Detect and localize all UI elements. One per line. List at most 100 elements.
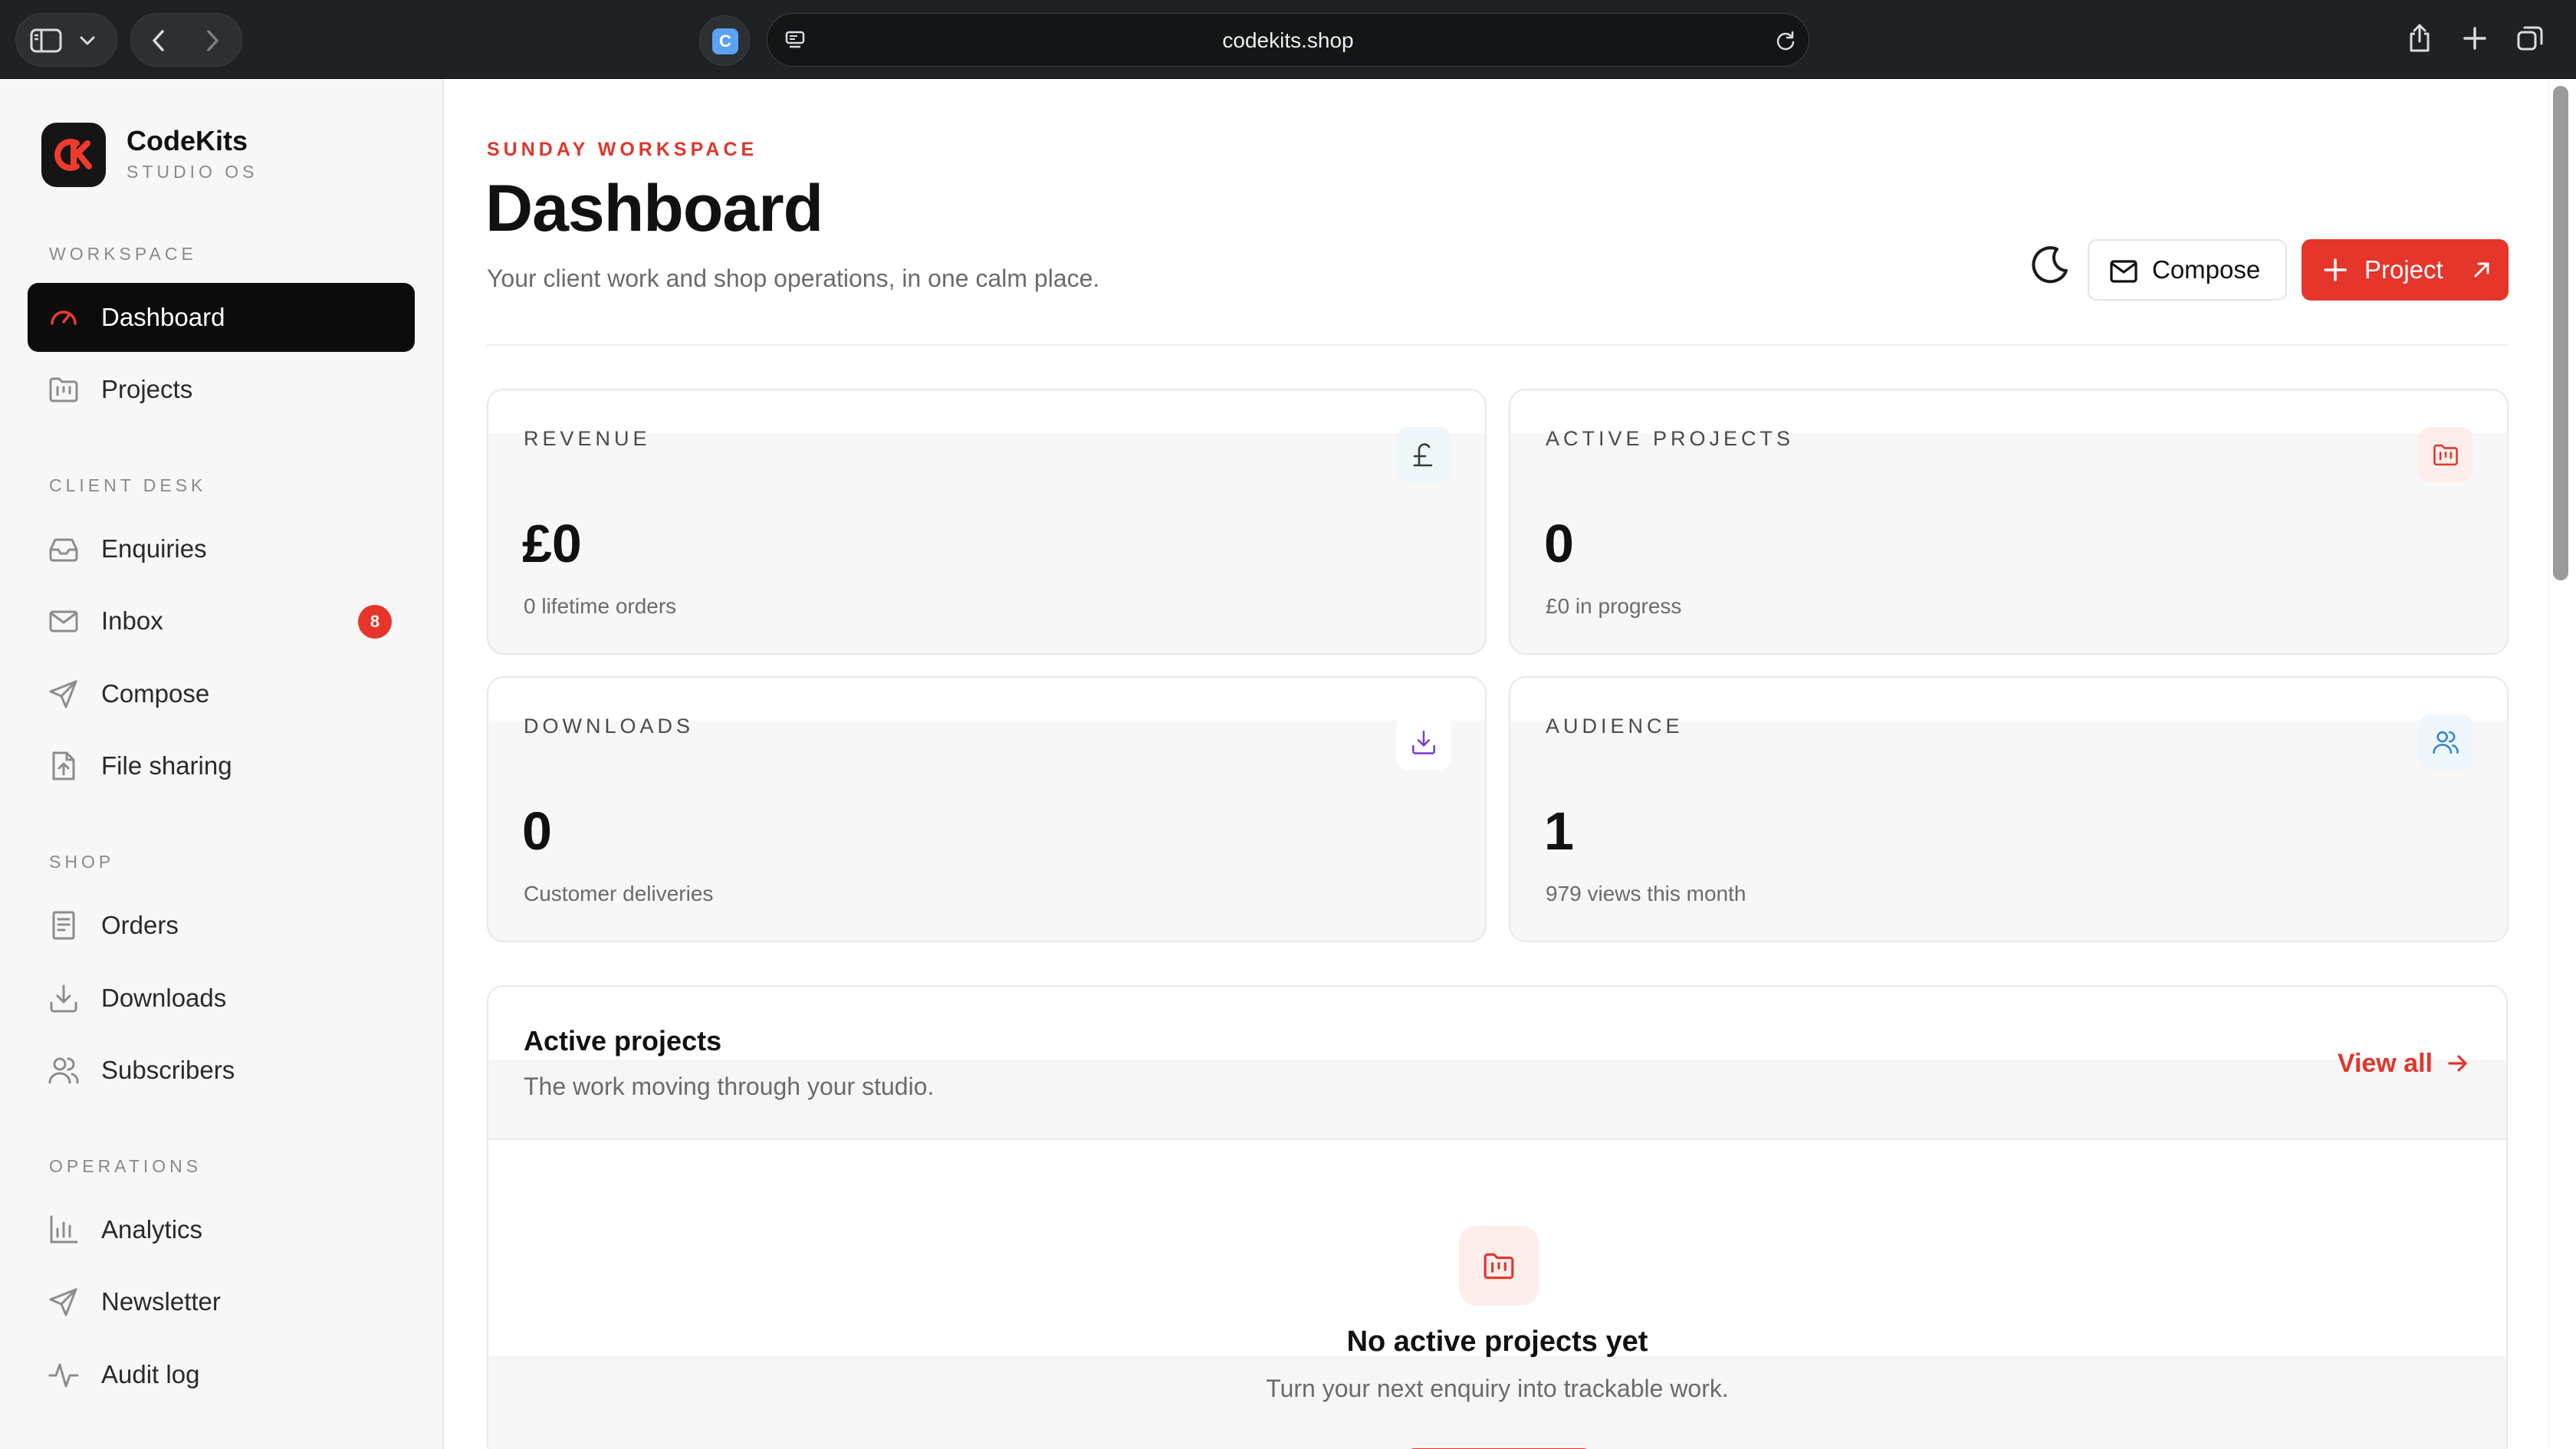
stat-icon-container	[2418, 427, 2473, 482]
address-bar[interactable]: codekits.shop	[767, 13, 1809, 67]
page-title: Dashboard	[485, 172, 823, 245]
inbox-tray-icon	[49, 538, 78, 562]
folder-kanban-icon	[49, 377, 78, 402]
arrow-right-icon	[2448, 1055, 2467, 1072]
stat-subtext: £0 in progress	[1546, 594, 1682, 618]
folder-kanban-icon	[1484, 1253, 1514, 1280]
stat-icon-container	[1396, 715, 1451, 770]
stat-icon-container	[1396, 427, 1451, 482]
sidebar-item-label: Analytics	[101, 1215, 203, 1244]
chevron-down-icon	[80, 36, 95, 45]
sidebar-item-dashboard[interactable]: Dashboard	[28, 283, 415, 352]
section-label-shop: SHOP	[49, 852, 115, 872]
tab-overview-icon[interactable]	[2516, 25, 2544, 52]
plus-icon	[2324, 258, 2347, 281]
view-all-link[interactable]: View all	[2338, 1046, 2469, 1080]
share-icon[interactable]	[2407, 23, 2432, 54]
stat-card-revenue[interactable]: REVENUE £0 0 lifetime orders	[487, 389, 1487, 655]
receipt-icon	[52, 911, 75, 940]
stat-value: 0	[1544, 514, 1574, 573]
sidebar-item-audit-log[interactable]: Audit log	[28, 1340, 415, 1409]
stat-label: REVENUE	[524, 427, 651, 450]
site-favicon-icon: C	[712, 28, 738, 54]
history-nav	[130, 13, 242, 67]
sidebar-item-enquiries[interactable]: Enquiries	[28, 514, 415, 583]
stat-value: 0	[522, 801, 552, 861]
download-icon	[50, 984, 77, 1013]
new-tab-icon[interactable]	[2463, 26, 2487, 51]
stat-value: 1	[1544, 801, 1574, 861]
section-label-workspace: WORKSPACE	[49, 244, 197, 264]
users-icon	[48, 1057, 79, 1084]
forward-icon[interactable]	[205, 29, 220, 52]
sidebar: CodeKits STUDIO OS WORKSPACE Dashboard P…	[0, 79, 444, 1449]
empty-state-subtitle: Turn your next enquiry into trackable wo…	[1266, 1375, 1729, 1402]
stat-card-audience[interactable]: AUDIENCE 1 979 views this month	[1509, 676, 2509, 942]
mail-icon	[2110, 260, 2137, 283]
sidebar-item-inbox[interactable]: Inbox 8	[28, 586, 415, 656]
sidebar-item-label: File sharing	[101, 751, 232, 780]
main-content: SUNDAY WORKSPACE Dashboard Your client w…	[445, 79, 2548, 1449]
sidebar-item-label: Newsletter	[101, 1287, 221, 1316]
sidebar-item-label: Orders	[101, 911, 179, 939]
page-subtitle: Your client work and shop operations, in…	[487, 264, 1100, 292]
browser-toolbar: C codekits.shop	[0, 0, 2576, 79]
stat-subtext: 0 lifetime orders	[524, 594, 677, 618]
section-label-operations: OPERATIONS	[49, 1156, 202, 1176]
brand-name: CodeKits	[127, 125, 248, 156]
sidebar-item-orders[interactable]: Orders	[28, 891, 415, 960]
brand-subtitle: STUDIO OS	[127, 162, 258, 182]
stat-label: ACTIVE PROJECTS	[1546, 427, 1795, 450]
sidebar-item-file-sharing[interactable]: File sharing	[28, 731, 415, 800]
panel-title: Active projects	[524, 1025, 722, 1056]
sidebar-item-analytics[interactable]: Analytics	[28, 1195, 415, 1264]
codekits-logo-icon	[54, 139, 92, 171]
sidebar-item-label: Compose	[101, 679, 210, 708]
brand-logo[interactable]	[41, 123, 106, 187]
tab-favicon[interactable]: C	[699, 15, 750, 66]
sidebar-item-compose[interactable]: Compose	[28, 659, 415, 728]
view-all-label: View all	[2337, 1049, 2433, 1078]
pound-icon	[1413, 443, 1433, 467]
activity-icon	[48, 1363, 79, 1388]
mail-icon	[49, 610, 78, 632]
sidebar-item-projects[interactable]: Projects	[28, 355, 415, 424]
sidebar-item-label: Inbox	[101, 606, 163, 635]
sidebar-item-subscribers[interactable]: Subscribers	[28, 1036, 415, 1105]
stat-label: AUDIENCE	[1546, 715, 1684, 738]
active-projects-panel: Active projects The work moving through …	[487, 985, 2508, 1449]
send-icon	[49, 680, 77, 708]
workspace-eyebrow: SUNDAY WORKSPACE	[487, 139, 758, 160]
unread-count-badge: 8	[358, 605, 392, 639]
stat-card-active-projects[interactable]: ACTIVE PROJECTS 0 £0 in progress	[1509, 389, 2509, 655]
header-divider	[487, 344, 2508, 346]
empty-state-title: No active projects yet	[1346, 1326, 1648, 1358]
stat-label: DOWNLOADS	[524, 715, 695, 738]
folder-kanban-icon	[2433, 444, 2458, 466]
url-text: codekits.shop	[1222, 28, 1354, 52]
sidebar-item-downloads[interactable]: Downloads	[28, 964, 415, 1033]
sidebar-item-label: Projects	[101, 375, 193, 403]
sidebar-toggle-button[interactable]	[15, 13, 117, 67]
moon-icon	[2032, 246, 2068, 284]
compose-button[interactable]: Compose	[2088, 239, 2287, 301]
gauge-icon	[51, 310, 77, 325]
arrow-up-right-icon	[2474, 262, 2489, 278]
bar-chart-icon	[50, 1215, 78, 1244]
download-icon	[1412, 731, 1435, 754]
stat-subtext: 979 views this month	[1546, 882, 1746, 905]
sidebar-item-label: Audit log	[101, 1360, 200, 1388]
sidebar-item-newsletter[interactable]: Newsletter	[28, 1267, 415, 1336]
sidebar-item-label: Subscribers	[101, 1056, 235, 1084]
sidebar-item-label: Enquiries	[101, 534, 207, 563]
users-icon	[2433, 731, 2459, 754]
reload-icon[interactable]	[1775, 30, 1796, 51]
new-project-button[interactable]: Project	[2302, 239, 2509, 301]
back-icon[interactable]	[151, 29, 166, 52]
stat-card-downloads[interactable]: DOWNLOADS 0 Customer deliveries	[487, 676, 1487, 942]
scrollbar-thumb[interactable]	[2553, 86, 2568, 580]
empty-state-icon-container	[1459, 1226, 1539, 1306]
send-icon	[49, 1288, 77, 1316]
stat-subtext: Customer deliveries	[524, 882, 714, 905]
theme-toggle-button[interactable]	[2026, 242, 2074, 289]
